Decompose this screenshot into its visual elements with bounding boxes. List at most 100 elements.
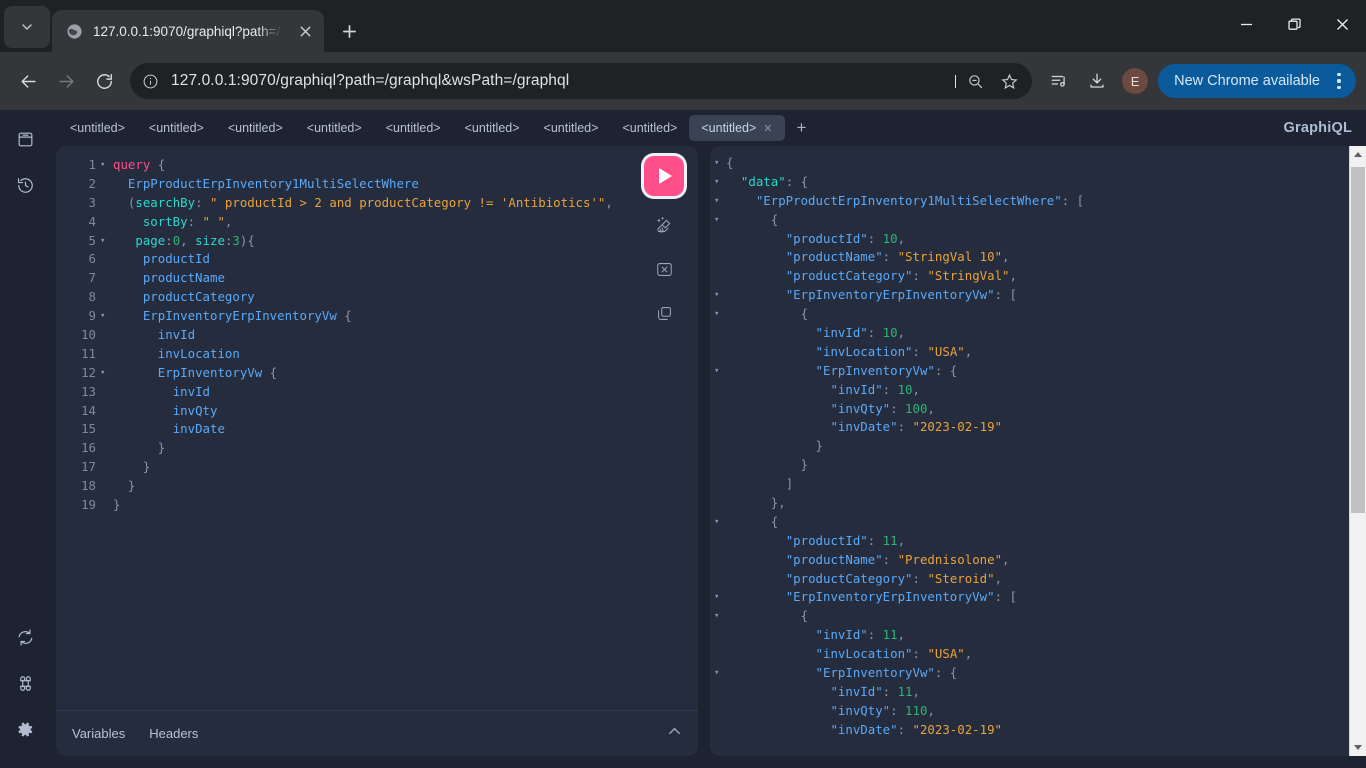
maximize-restore-button[interactable] (1270, 0, 1318, 48)
browser-toolbar: 127.0.0.1:9070/graphiql?path=/graphql&ws… (0, 52, 1366, 110)
graphiql-tab[interactable]: <untitled> (610, 115, 689, 141)
graphiql-tab-label: <untitled> (307, 121, 362, 135)
graphiql-tab[interactable]: <untitled> (374, 115, 453, 141)
response-text: "productId": 10, (726, 230, 1349, 249)
graphiql-tab[interactable]: <untitled> (216, 115, 295, 141)
code-line: 1▾query { (56, 156, 698, 175)
sidebar-item-refetch-schema[interactable] (8, 620, 42, 654)
fold-toggle-icon[interactable]: ▾ (100, 232, 113, 251)
fold-toggle-icon[interactable]: ▾ (710, 664, 726, 683)
scrollbar-track[interactable] (1350, 163, 1366, 739)
response-text: "invLocation": "USA", (726, 645, 1349, 664)
fold-toggle-icon[interactable]: ▾ (100, 156, 113, 175)
sidebar-item-history[interactable] (8, 168, 42, 202)
code-line: 18 } (56, 477, 698, 496)
query-editor[interactable]: 1▾query {2 ErpProductErpInventory1MultiS… (56, 146, 698, 710)
code-token (726, 571, 786, 586)
copy-query-button[interactable] (649, 298, 679, 328)
fold-toggle-icon[interactable]: ▾ (710, 192, 726, 211)
fold-toggle-icon[interactable]: ▾ (710, 173, 726, 192)
graphiql-tab[interactable]: <untitled>✕ (689, 115, 784, 141)
fold-toggle-icon[interactable]: ▾ (710, 607, 726, 626)
secondary-tab[interactable]: Headers (149, 726, 198, 741)
scrollbar-thumb[interactable] (1351, 167, 1365, 513)
execute-query-button[interactable] (644, 156, 684, 196)
code-token (113, 270, 143, 285)
graphiql-tab[interactable]: <untitled> (453, 115, 532, 141)
downloads-button[interactable] (1080, 64, 1114, 98)
fold-toggle-icon[interactable]: ▾ (100, 307, 113, 326)
code-token: "invId" (830, 684, 882, 699)
new-tab-button[interactable] (332, 14, 366, 48)
fold-spacer (710, 418, 726, 437)
chevron-up-icon (667, 724, 682, 739)
code-token (113, 459, 143, 474)
fold-toggle-icon[interactable]: ▾ (710, 362, 726, 381)
profile-avatar[interactable]: E (1122, 68, 1148, 94)
fold-spacer (100, 269, 113, 288)
code-token: "invLocation" (816, 646, 913, 661)
kebab-menu-icon[interactable] (1326, 66, 1352, 96)
code-token: : (883, 684, 898, 699)
secondary-editor-bar: Variables Headers (56, 710, 698, 756)
media-list-button[interactable] (1042, 64, 1076, 98)
address-bar[interactable]: 127.0.0.1:9070/graphiql?path=/graphql&ws… (130, 63, 1032, 99)
prettify-button[interactable] (649, 210, 679, 240)
query-code[interactable]: 1▾query {2 ErpProductErpInventory1MultiS… (56, 146, 698, 710)
graphiql-tab[interactable]: <untitled> (137, 115, 216, 141)
tab-close-button[interactable] (294, 20, 316, 42)
response-code[interactable]: ▾{▾ "data": {▾ "ErpProductErpInventory1M… (710, 146, 1349, 756)
graphiql-tab-close-icon[interactable]: ✕ (763, 122, 772, 135)
secondary-tab[interactable]: Variables (72, 726, 125, 741)
code-token: "invQty" (830, 401, 890, 416)
graphiql-tab[interactable]: <untitled> (532, 115, 611, 141)
scroll-down-button[interactable] (1350, 739, 1366, 756)
reload-icon (95, 72, 114, 91)
code-token: "productId" (786, 231, 868, 246)
graphiql-tab[interactable]: <untitled> (295, 115, 374, 141)
tab-search-button[interactable] (4, 6, 50, 48)
graphiql-tab-bar: <untitled><untitled><untitled><untitled>… (50, 110, 1366, 146)
zoom-button[interactable] (960, 66, 990, 96)
response-line: "invLocation": "USA", (710, 645, 1349, 664)
fold-spacer (100, 420, 113, 439)
merge-fragments-button[interactable] (649, 254, 679, 284)
fold-toggle-icon[interactable]: ▾ (710, 286, 726, 305)
fold-toggle-icon[interactable]: ▾ (710, 211, 726, 230)
reload-button[interactable] (86, 63, 122, 99)
minimize-button[interactable] (1222, 0, 1270, 48)
graphiql-add-tab-button[interactable]: + (789, 115, 815, 141)
code-token: , (927, 401, 934, 416)
graphiql-tab[interactable]: <untitled> (58, 115, 137, 141)
code-token: , (1010, 268, 1017, 283)
collapse-secondary-button[interactable] (667, 724, 682, 744)
fold-toggle-icon[interactable]: ▾ (710, 305, 726, 324)
response-scrollbar[interactable] (1349, 146, 1366, 756)
response-line: "productCategory": "StringVal", (710, 267, 1349, 286)
bookmark-button[interactable] (994, 66, 1024, 96)
back-button[interactable] (10, 63, 46, 99)
response-line: "productName": "StringVal 10", (710, 248, 1349, 267)
forward-button[interactable] (48, 63, 84, 99)
code-token: , (995, 571, 1002, 586)
fold-toggle-icon[interactable]: ▾ (710, 154, 726, 173)
sidebar-item-docs[interactable] (8, 122, 42, 156)
sidebar-item-settings[interactable] (8, 712, 42, 746)
code-token (726, 249, 786, 264)
close-window-button[interactable] (1318, 0, 1366, 48)
site-info-button[interactable] (136, 67, 164, 95)
fold-spacer (710, 230, 726, 249)
browser-tab[interactable]: 127.0.0.1:9070/graphiql?path=/ (52, 10, 324, 52)
line-number: 4 (56, 213, 100, 232)
scroll-up-button[interactable] (1350, 146, 1366, 163)
sidebar-item-shortcuts[interactable] (8, 666, 42, 700)
fold-toggle-icon[interactable]: ▾ (710, 513, 726, 532)
fold-toggle-icon[interactable]: ▾ (710, 588, 726, 607)
chrome-update-button[interactable]: New Chrome available (1158, 64, 1356, 98)
line-number: 10 (56, 326, 100, 345)
code-token: ErpInventoryVw (158, 365, 262, 380)
fold-toggle-icon[interactable]: ▾ (100, 364, 113, 383)
code-token (113, 289, 143, 304)
history-clock-icon (16, 176, 35, 195)
code-token (726, 438, 816, 453)
